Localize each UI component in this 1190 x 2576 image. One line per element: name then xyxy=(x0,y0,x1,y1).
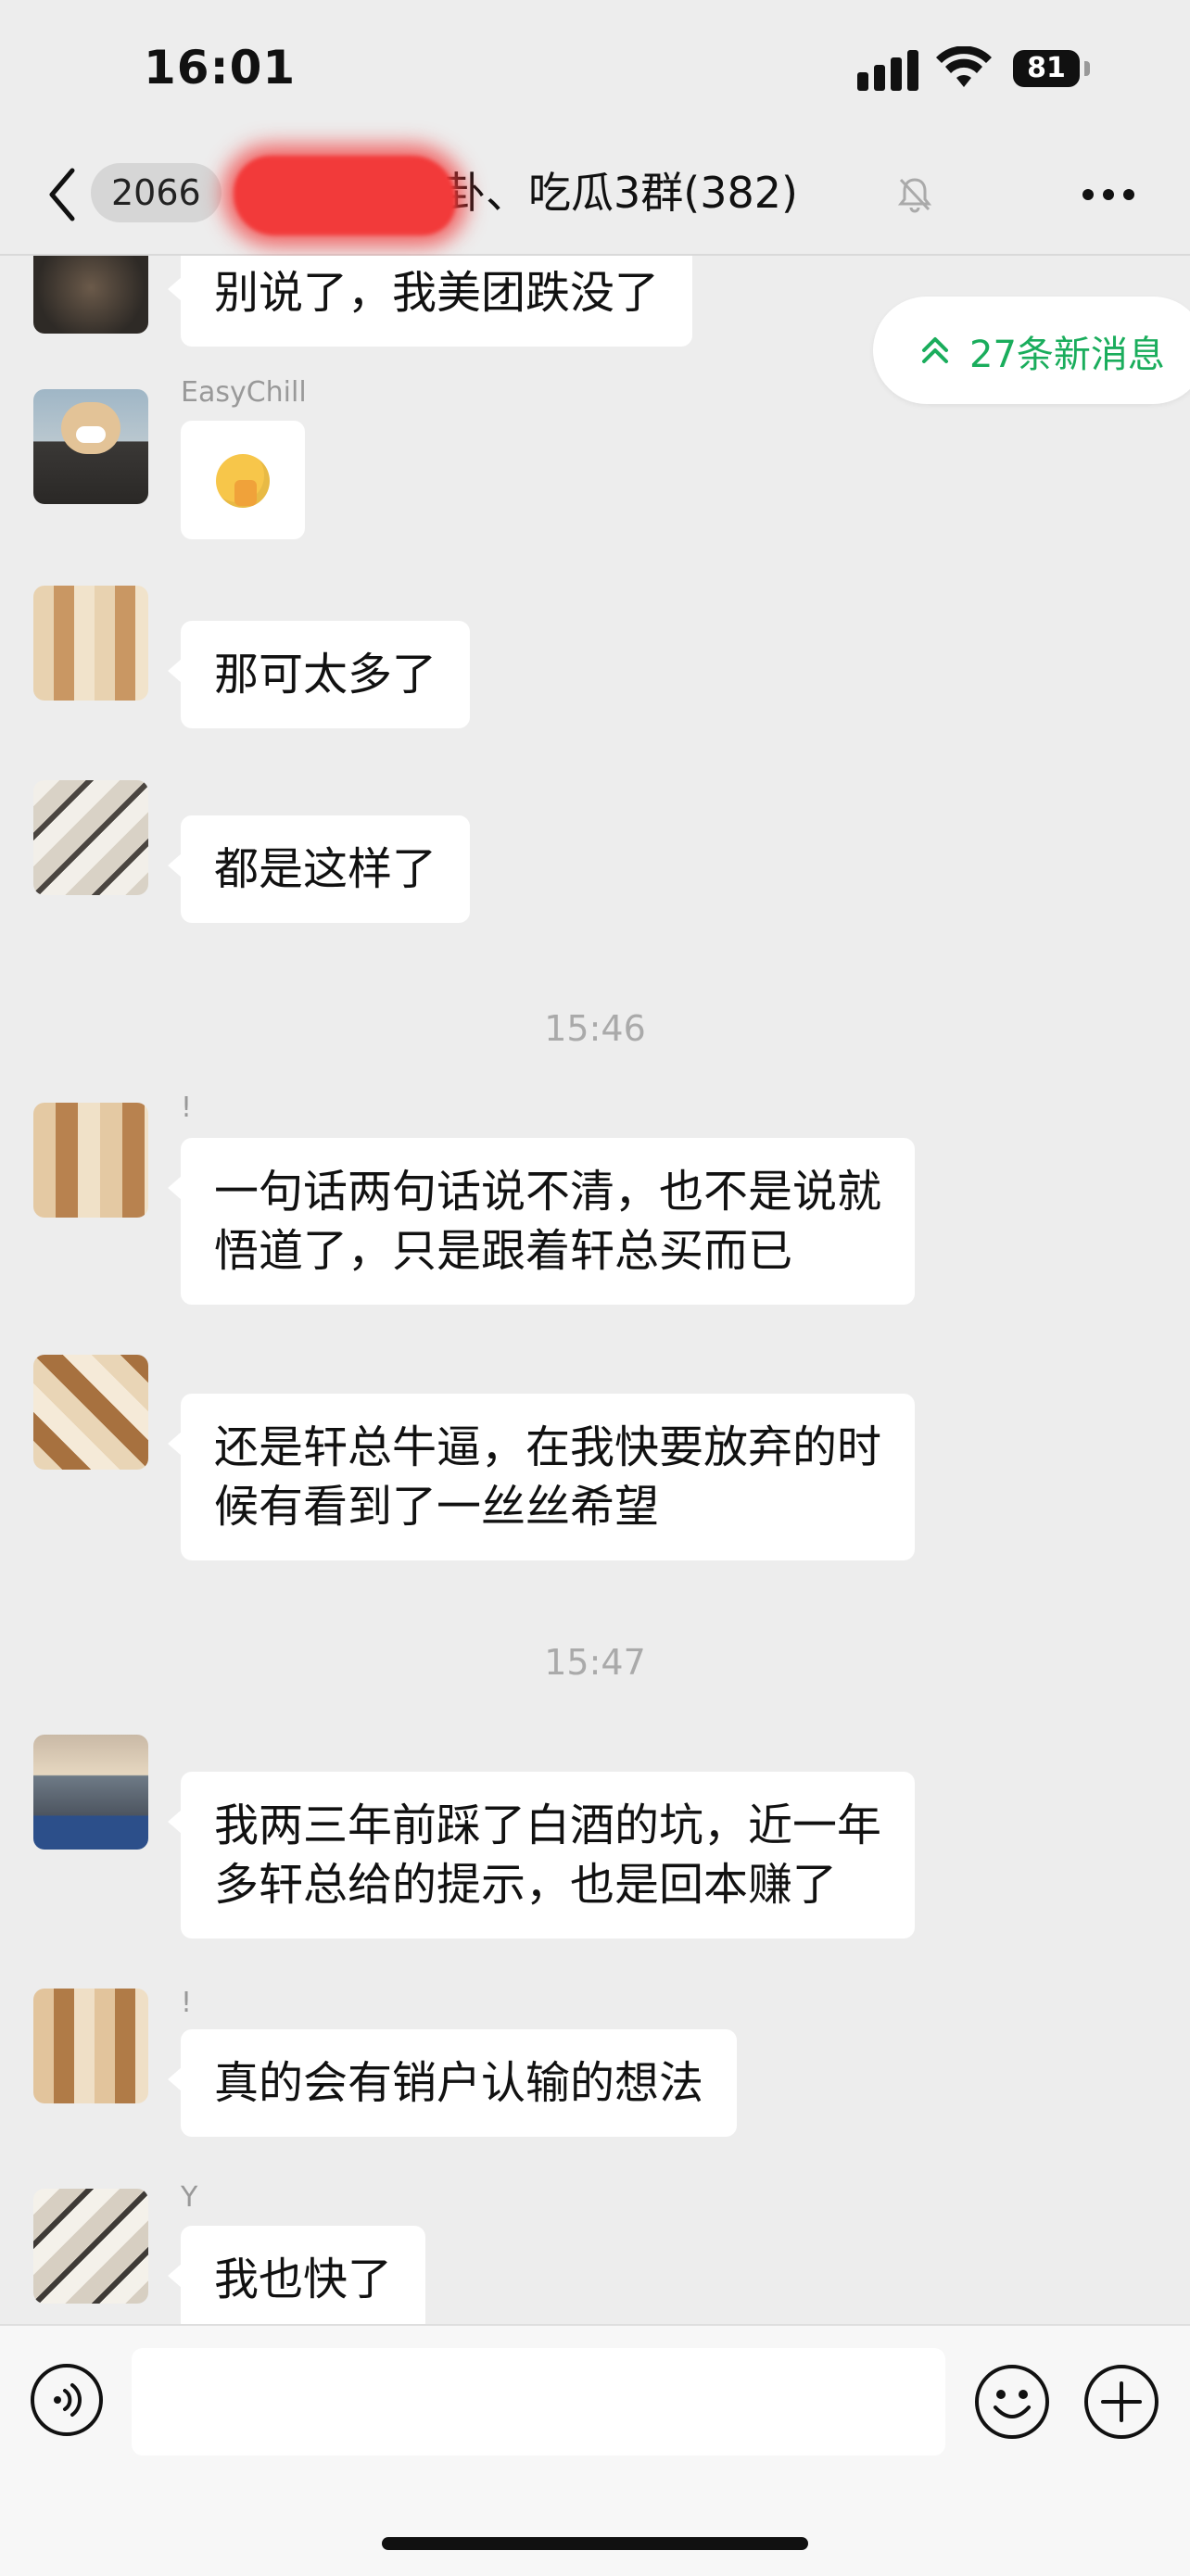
voice-input-icon[interactable] xyxy=(30,2363,104,2437)
new-messages-chip[interactable]: 27条新消息 xyxy=(873,297,1190,404)
sender-name: EasyChill xyxy=(181,376,307,409)
message-bubble[interactable]: 我两三年前踩了白酒的坑，近一年 多轩总给的提示，也是回本赚了 xyxy=(167,1772,916,1938)
double-chevron-up-icon xyxy=(922,337,948,363)
sender-name: ! xyxy=(181,1092,193,1124)
message-bubble[interactable]: 别说了，我美团跌没了 xyxy=(167,256,693,347)
avatar[interactable] xyxy=(33,389,148,504)
avatar[interactable] xyxy=(33,586,148,701)
message-bubble[interactable]: 还是轩总牛逼，在我快要放弃的时 候有看到了一丝丝希望 xyxy=(167,1394,916,1560)
message-input[interactable] xyxy=(132,2348,945,2456)
timestamp: 15:47 xyxy=(544,1642,646,1683)
avatar[interactable] xyxy=(33,2189,148,2304)
back-chevron-icon[interactable] xyxy=(44,165,82,224)
emoji-face-icon[interactable] xyxy=(973,2363,1051,2441)
chat-message-list[interactable]: 别说了，我美团跌没了 EasyChill 那可太多了 都是这样了 15:46 !… xyxy=(0,256,1190,2324)
plus-circle-icon[interactable] xyxy=(1082,2363,1160,2441)
avatar[interactable] xyxy=(33,1735,148,1850)
message-bubble[interactable]: 一句话两句话说不清，也不是说就 悟道了，只是跟着轩总买而已 xyxy=(167,1138,916,1305)
home-indicator[interactable] xyxy=(382,2537,808,2550)
avatar[interactable] xyxy=(33,1989,148,2103)
battery-nub xyxy=(1084,61,1090,76)
more-options-icon[interactable] xyxy=(1082,189,1138,202)
face-with-hand-over-mouth-emoji xyxy=(216,454,270,508)
avatar[interactable] xyxy=(33,1355,148,1470)
message-bubble[interactable]: 那可太多了 xyxy=(167,621,471,728)
avatar[interactable] xyxy=(33,256,148,334)
mute-bell-icon xyxy=(897,178,932,213)
message-bubble[interactable]: 都是这样了 xyxy=(167,815,471,923)
message-bubble[interactable]: 我也快了 xyxy=(167,2226,426,2324)
avatar[interactable] xyxy=(33,780,148,895)
redaction-scribble xyxy=(234,156,456,235)
wifi-icon xyxy=(936,46,992,87)
cellular-signal-icon xyxy=(857,48,918,91)
battery-icon: 81 xyxy=(1013,50,1080,87)
message-bubble[interactable]: 真的会有销户认输的想法 xyxy=(167,2029,738,2137)
sender-name: Y xyxy=(181,2181,198,2214)
nav-bar: 2066 八卦、吃瓜3群(382) xyxy=(0,139,1190,256)
sender-name: ! xyxy=(181,1987,193,2019)
chat-title[interactable]: 八卦、吃瓜3群(382) xyxy=(400,163,798,222)
status-time: 16:01 xyxy=(144,41,297,95)
new-messages-label: 27条新消息 xyxy=(969,334,1165,376)
status-bar: 16:01 81 xyxy=(0,0,1190,139)
message-bubble[interactable] xyxy=(181,421,305,539)
avatar[interactable] xyxy=(33,1103,148,1218)
unread-count-badge[interactable]: 2066 xyxy=(91,163,222,222)
timestamp: 15:46 xyxy=(544,1008,646,1049)
